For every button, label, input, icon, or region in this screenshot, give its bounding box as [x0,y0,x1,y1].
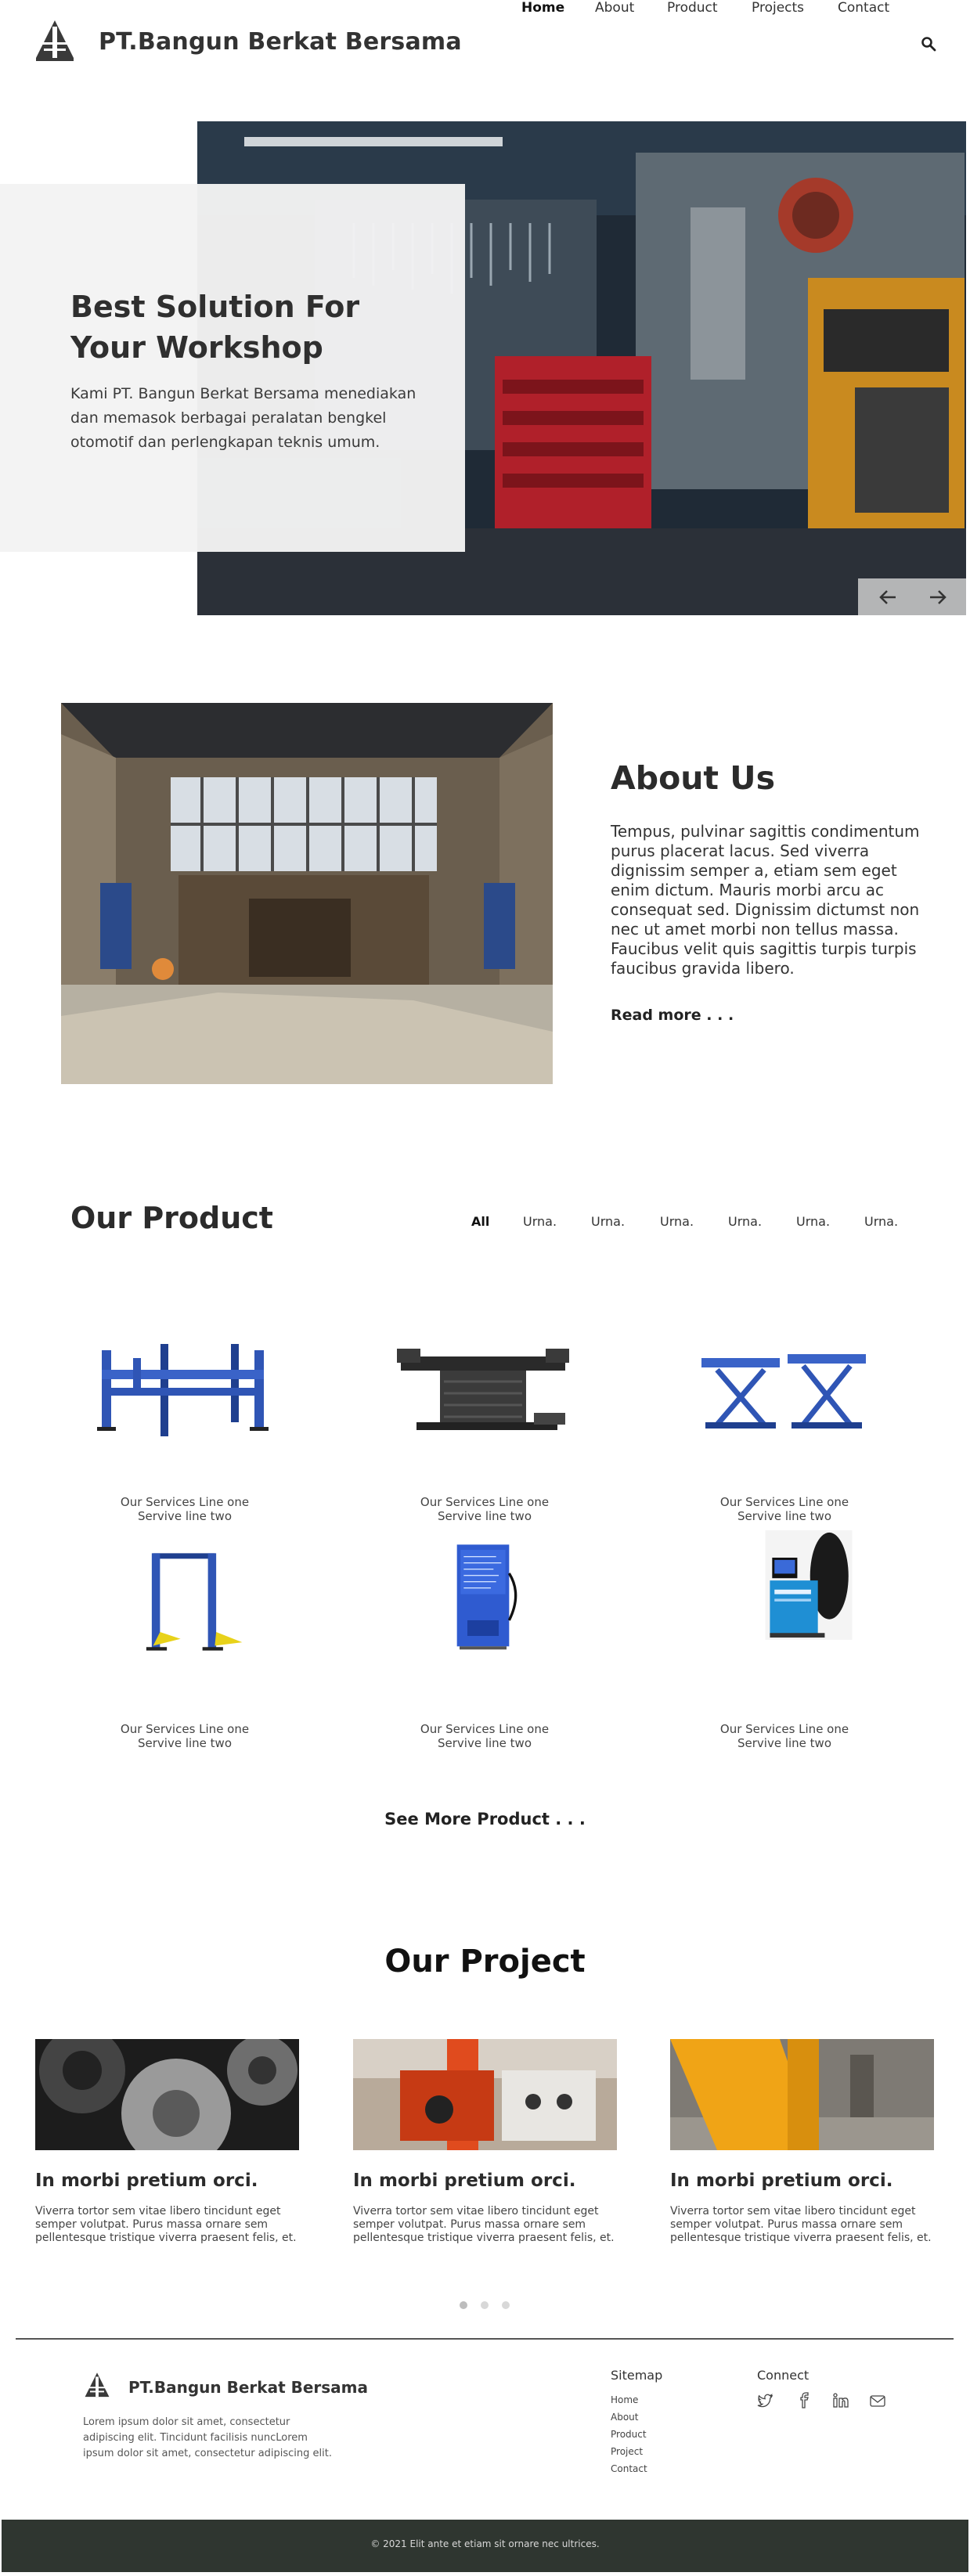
about-description: Tempus, pulvinar sagittis condimentum pu… [611,822,920,978]
product-caption-line2: Servive line two [737,1736,831,1750]
filter-all[interactable]: All [471,1214,489,1229]
wheel-balancer-image[interactable] [711,1530,907,1640]
company-logo-icon [85,2372,110,2398]
sitemap-link-product[interactable]: Product [611,2429,647,2440]
product-caption-line1: Our Services Line one [120,1495,250,1509]
filter-option[interactable]: Urna. [864,1214,898,1229]
product-caption-line2: Servive line two [438,1509,532,1523]
twitter-icon[interactable] [756,2392,773,2409]
filter-option[interactable]: Urna. [728,1214,762,1229]
product-caption: Our Services Line one Servive line two [67,1722,302,1750]
product-caption-line1: Our Services Line one [420,1722,550,1736]
connect-title: Connect [757,2368,810,2383]
about-workshop-image [61,703,553,1084]
sitemap-link-home[interactable]: Home [611,2394,638,2405]
sitemap-link-project[interactable]: Project [611,2446,643,2457]
hero-slider-controls [858,578,966,615]
product-caption: Our Services Line one Servive line two [67,1495,302,1523]
four-post-lift-image[interactable] [86,1335,282,1444]
project-title[interactable]: In morbi pretium orci. [670,2171,892,2191]
pager-dot[interactable] [481,2301,489,2309]
two-post-lift-image[interactable] [86,1550,282,1659]
product-caption-line2: Servive line two [438,1736,532,1750]
sitemap-link-contact[interactable]: Contact [611,2463,647,2474]
linkedin-icon[interactable] [832,2392,849,2409]
arrow-left-icon[interactable] [878,587,899,607]
project-excavator-image[interactable] [670,2039,934,2150]
product-caption-line2: Servive line two [138,1736,232,1750]
search-icon[interactable] [921,36,936,52]
project-description: Viverra tortor sem vitae libero tincidun… [670,2205,932,2244]
company-logo-icon[interactable] [33,19,77,63]
see-more-products-link[interactable]: See More Product . . . [0,1810,970,1828]
project-description: Viverra tortor sem vitae libero tincidun… [353,2205,615,2244]
nitrogen-inflator-image[interactable] [385,1542,581,1652]
double-scissor-lift-image[interactable] [686,1335,882,1444]
nav-home[interactable]: Home [521,0,564,16]
scissor-jack-image[interactable] [385,1335,581,1444]
site-header: PT.Bangun Berkat Bersama Home About Prod… [0,0,970,92]
filter-option[interactable]: Urna. [523,1214,557,1229]
hero-title: Best Solution For Your Workshop [70,290,360,365]
product-section-title: Our Product [70,1201,273,1235]
project-machine-image[interactable] [353,2039,617,2150]
footer-brand: PT.Bangun Berkat Bersama [128,2378,368,2397]
footer-description: Lorem ipsum dolor sit amet, consectetur … [83,2416,332,2459]
filter-option[interactable]: Urna. [796,1214,830,1229]
filter-option[interactable]: Urna. [660,1214,694,1229]
product-caption: Our Services Line one Servive line two [667,1722,902,1750]
about-title: About Us [611,759,776,797]
product-caption-line2: Servive line two [138,1509,232,1523]
product-caption-line1: Our Services Line one [420,1495,550,1509]
pager-dot[interactable] [502,2301,510,2309]
footer-bottom-bar: © 2021 Elit ante et etiam sit ornare nec… [2,2520,968,2572]
footer-divider [16,2338,954,2340]
sitemap-title: Sitemap [611,2368,663,2383]
nav-product[interactable]: Product [667,0,718,16]
project-title[interactable]: In morbi pretium orci. [35,2171,258,2191]
product-caption-line1: Our Services Line one [719,1722,849,1736]
nav-projects[interactable]: Projects [752,0,804,16]
product-caption-line1: Our Services Line one [719,1495,849,1509]
arrow-right-icon[interactable] [927,587,947,607]
sitemap-link-about[interactable]: About [611,2412,638,2423]
brand-name[interactable]: PT.Bangun Berkat Bersama [99,28,462,56]
project-title[interactable]: In morbi pretium orci. [353,2171,575,2191]
read-more-link[interactable]: Read more . . . [611,1007,734,1024]
project-section-title: Our Project [384,1944,586,1980]
product-caption-line2: Servive line two [737,1509,831,1523]
facebook-icon[interactable] [795,2392,813,2409]
pager-dot[interactable] [460,2301,467,2309]
filter-option[interactable]: Urna. [591,1214,625,1229]
hero-text-panel [0,184,465,552]
product-caption: Our Services Line one Servive line two [367,1722,602,1750]
nav-contact[interactable]: Contact [838,0,889,16]
nav-about[interactable]: About [595,0,634,16]
project-description: Viverra tortor sem vitae libero tincidun… [35,2205,297,2244]
hero-description: Kami PT. Bangun Berkat Bersama menediaka… [70,385,416,451]
product-caption-line1: Our Services Line one [120,1722,250,1736]
project-gears-image[interactable] [35,2039,299,2150]
mail-icon[interactable] [869,2392,886,2409]
product-caption: Our Services Line one Servive line two [667,1495,902,1523]
product-caption: Our Services Line one Servive line two [367,1495,602,1523]
copyright-text: © 2021 Elit ante et etiam sit ornare nec… [370,2538,600,2549]
